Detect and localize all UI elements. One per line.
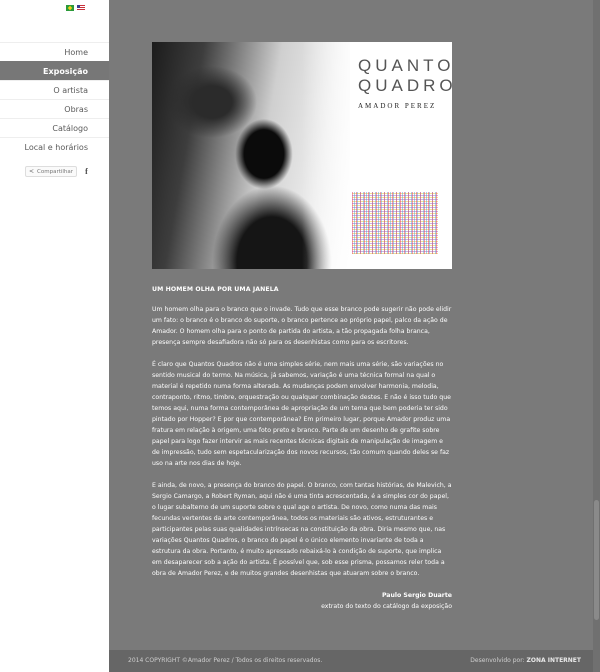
article-paragraph: Um homem olha para o branco que o invade…	[152, 306, 452, 346]
developed-by-label: Desenvolvido por:	[470, 657, 525, 664]
article: UM HOMEM OLHA POR UMA JANELA Um homem ol…	[152, 284, 452, 612]
main-content: QUANTOS QUADROS AMADOR PEREZ UM HOMEM OL…	[109, 0, 600, 650]
facebook-icon[interactable]: f	[85, 167, 88, 176]
share-label: Compartilhar	[37, 168, 74, 175]
developer-name[interactable]: ZONA INTERNET	[527, 657, 581, 664]
article-paragraph: É claro que Quantos Quadros não é uma si…	[152, 361, 451, 467]
developer-credit[interactable]: Desenvolvido por: ZONA INTERNET	[470, 657, 581, 664]
nav-item-local-e-horarios[interactable]: Local e horários	[0, 137, 109, 156]
brazil-flag-icon[interactable]	[66, 5, 74, 11]
exhibition-cover-image: QUANTOS QUADROS AMADOR PEREZ	[152, 42, 452, 269]
nav-item-o-artista[interactable]: O artista	[0, 80, 109, 99]
usa-flag-icon[interactable]	[77, 5, 85, 11]
footer: 2014 COPYRIGHT ©Amador Perez / Todos os …	[109, 650, 600, 672]
author-name: Paulo Sergio Duarte	[381, 592, 452, 599]
colored-grid-artwork	[352, 192, 438, 254]
page-scrollbar[interactable]	[593, 0, 600, 672]
main-nav: Home Exposição O artista Obras Catálogo …	[0, 42, 109, 156]
sidebar: Home Exposição O artista Obras Catálogo …	[0, 0, 109, 672]
article-source: extrato do texto do catálogo da exposiçã…	[321, 603, 452, 610]
share-button[interactable]: < Compartilhar	[25, 166, 78, 177]
nav-item-catalogo[interactable]: Catálogo	[0, 118, 109, 137]
share-icon: <	[29, 168, 35, 175]
scrollbar-thumb[interactable]	[594, 500, 599, 620]
cover-title-line2: QUADROS	[358, 76, 452, 95]
cover-title-line1: QUANTOS	[358, 56, 452, 75]
article-heading: UM HOMEM OLHA POR UMA JANELA	[152, 286, 279, 293]
language-switcher	[66, 5, 85, 11]
cover-subtitle: AMADOR PEREZ	[358, 102, 437, 110]
article-signature: Paulo Sergio Duarte extrato do texto do …	[152, 590, 452, 612]
copyright-text: 2014 COPYRIGHT ©Amador Perez / Todos os …	[128, 657, 323, 664]
article-paragraph: E ainda, de novo, a presença do branco d…	[152, 482, 452, 577]
nav-item-exposicao[interactable]: Exposição	[0, 61, 109, 80]
share-bar: < Compartilhar f	[25, 166, 88, 177]
nav-item-obras[interactable]: Obras	[0, 99, 109, 118]
cover-title: QUANTOS QUADROS	[358, 56, 452, 96]
nav-item-home[interactable]: Home	[0, 42, 109, 61]
